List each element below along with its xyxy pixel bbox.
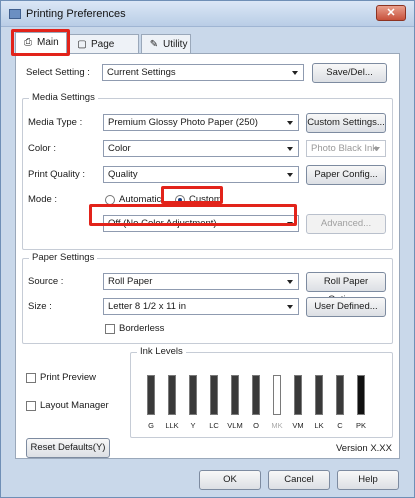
page-icon: ▢ [77, 39, 87, 50]
chevron-down-icon [287, 173, 293, 177]
paper-settings-title: Paper Settings [29, 252, 98, 263]
main-panel: Select Setting : Current Settings Save/D… [15, 53, 400, 459]
ink-label-o: O [253, 421, 259, 430]
size-dropdown[interactable]: Letter 8 1/2 x 11 in [103, 298, 299, 315]
chevron-down-icon [292, 71, 298, 75]
chevron-down-icon [374, 147, 380, 151]
custom-mode-highlight [161, 186, 223, 204]
mode-label: Mode : [28, 194, 58, 205]
ink-fill-pk [358, 376, 364, 414]
tab-page-layout[interactable]: ▢Page Layout [69, 34, 139, 69]
ink-fill-c [337, 376, 343, 414]
ink-label-g: G [148, 421, 154, 430]
ink-bar-lc [210, 375, 218, 415]
ink-bar-c [336, 375, 344, 415]
color-value: Color [108, 143, 131, 154]
ink-fill-vm [295, 376, 301, 414]
source-value: Roll Paper [108, 276, 153, 287]
media-type-label: Media Type : [28, 117, 83, 128]
print-preview-label: Print Preview [40, 372, 96, 383]
ink-fill-vlm [232, 376, 238, 414]
ok-button[interactable]: OK [199, 470, 261, 490]
ink-fill-o [253, 376, 259, 414]
size-label: Size : [28, 301, 52, 312]
version-text: Version X.XX [336, 443, 392, 454]
print-quality-label: Print Quality : [28, 169, 86, 180]
select-setting-label: Select Setting : [26, 67, 90, 78]
title-bar: Printing Preferences ✕ [1, 1, 414, 27]
chevron-down-icon [287, 305, 293, 309]
color-dropdown[interactable]: Color [103, 140, 299, 157]
media-settings-group: Media Settings Media Type : Premium Glos… [22, 92, 393, 250]
printing-preferences-window: Printing Preferences ✕ ⎙Main ▢Page Layou… [0, 0, 415, 498]
ink-label-y: Y [190, 421, 196, 430]
ink-label-lc: LC [209, 421, 219, 430]
ink-label-c: C [337, 421, 343, 430]
ink-levels-group: Ink Levels G LLK Y LC VLM O MK VM LK C PK [130, 346, 393, 438]
media-type-value: Premium Glossy Photo Paper (250) [108, 117, 258, 128]
main-tab-highlight [11, 29, 70, 56]
ink-label-lk: LK [314, 421, 324, 430]
color-adjustment-highlight [89, 204, 297, 226]
paper-config-button[interactable]: Paper Config... [306, 165, 386, 185]
print-quality-dropdown[interactable]: Quality [103, 166, 299, 183]
size-value: Letter 8 1/2 x 11 in [108, 301, 186, 312]
save-del-button[interactable]: Save/Del... [312, 63, 387, 83]
ink-fill-g [148, 376, 154, 414]
ink-bar-pk [357, 375, 365, 415]
tab-utility-label: Utility [163, 39, 188, 50]
layout-manager-checkbox[interactable] [26, 401, 36, 411]
ink-fill-lk [316, 376, 322, 414]
chevron-down-icon [287, 121, 293, 125]
ink-label-mk: MK [271, 421, 283, 430]
ink-fill-lc [211, 376, 217, 414]
roll-paper-option-button[interactable]: Roll Paper Option... [306, 272, 386, 305]
source-dropdown[interactable]: Roll Paper [103, 273, 299, 290]
ink-bar-g [147, 375, 155, 415]
ink-bar-y [189, 375, 197, 415]
reset-defaults-button[interactable]: Reset Defaults(Y) [26, 438, 110, 458]
ink-fill-y [190, 376, 196, 414]
ink-label-pk: PK [355, 421, 366, 430]
color-label: Color : [28, 143, 56, 154]
media-type-dropdown[interactable]: Premium Glossy Photo Paper (250) [103, 114, 299, 131]
ink-label-vlm: VLM [227, 421, 243, 430]
media-settings-title: Media Settings [29, 92, 98, 103]
custom-settings-button[interactable]: Custom Settings... [306, 113, 386, 133]
ink-bar-lk [315, 375, 323, 415]
print-quality-value: Quality [108, 169, 138, 180]
chevron-down-icon [287, 280, 293, 284]
select-setting-value: Current Settings [107, 67, 176, 78]
ink-type-dropdown[interactable]: Photo Black Ink [306, 140, 386, 157]
printer-app-icon [9, 9, 21, 19]
layout-manager-label: Layout Manager [40, 400, 109, 411]
chevron-down-icon [287, 147, 293, 151]
cancel-button[interactable]: Cancel [268, 470, 330, 490]
print-preview-checkbox[interactable] [26, 373, 36, 383]
ink-type-value: Photo Black Ink [311, 143, 378, 154]
ink-label-llk: LLK [165, 421, 179, 430]
ink-bar-mk [273, 375, 281, 415]
ink-bar-vm [294, 375, 302, 415]
paper-settings-group: Paper Settings Source : Roll Paper Roll … [22, 252, 393, 344]
ink-bar-vlm [231, 375, 239, 415]
ink-label-vm: VM [292, 421, 304, 430]
close-button[interactable]: ✕ [376, 5, 406, 21]
select-setting-dropdown[interactable]: Current Settings [102, 64, 304, 81]
user-defined-button[interactable]: User Defined... [306, 297, 386, 317]
tab-utility[interactable]: ✎ Utility [141, 34, 191, 54]
ink-bar-o [252, 375, 260, 415]
help-button[interactable]: Help [337, 470, 399, 490]
ink-levels-title: Ink Levels [137, 346, 186, 357]
ink-fill-llk [169, 376, 175, 414]
borderless-label: Borderless [119, 323, 165, 334]
ink-bar-llk [168, 375, 176, 415]
wrench-icon: ✎ [149, 39, 159, 50]
advanced-button[interactable]: Advanced... [306, 214, 386, 234]
source-label: Source : [28, 276, 64, 287]
window-title: Printing Preferences [26, 8, 126, 20]
borderless-checkbox[interactable] [105, 324, 115, 334]
